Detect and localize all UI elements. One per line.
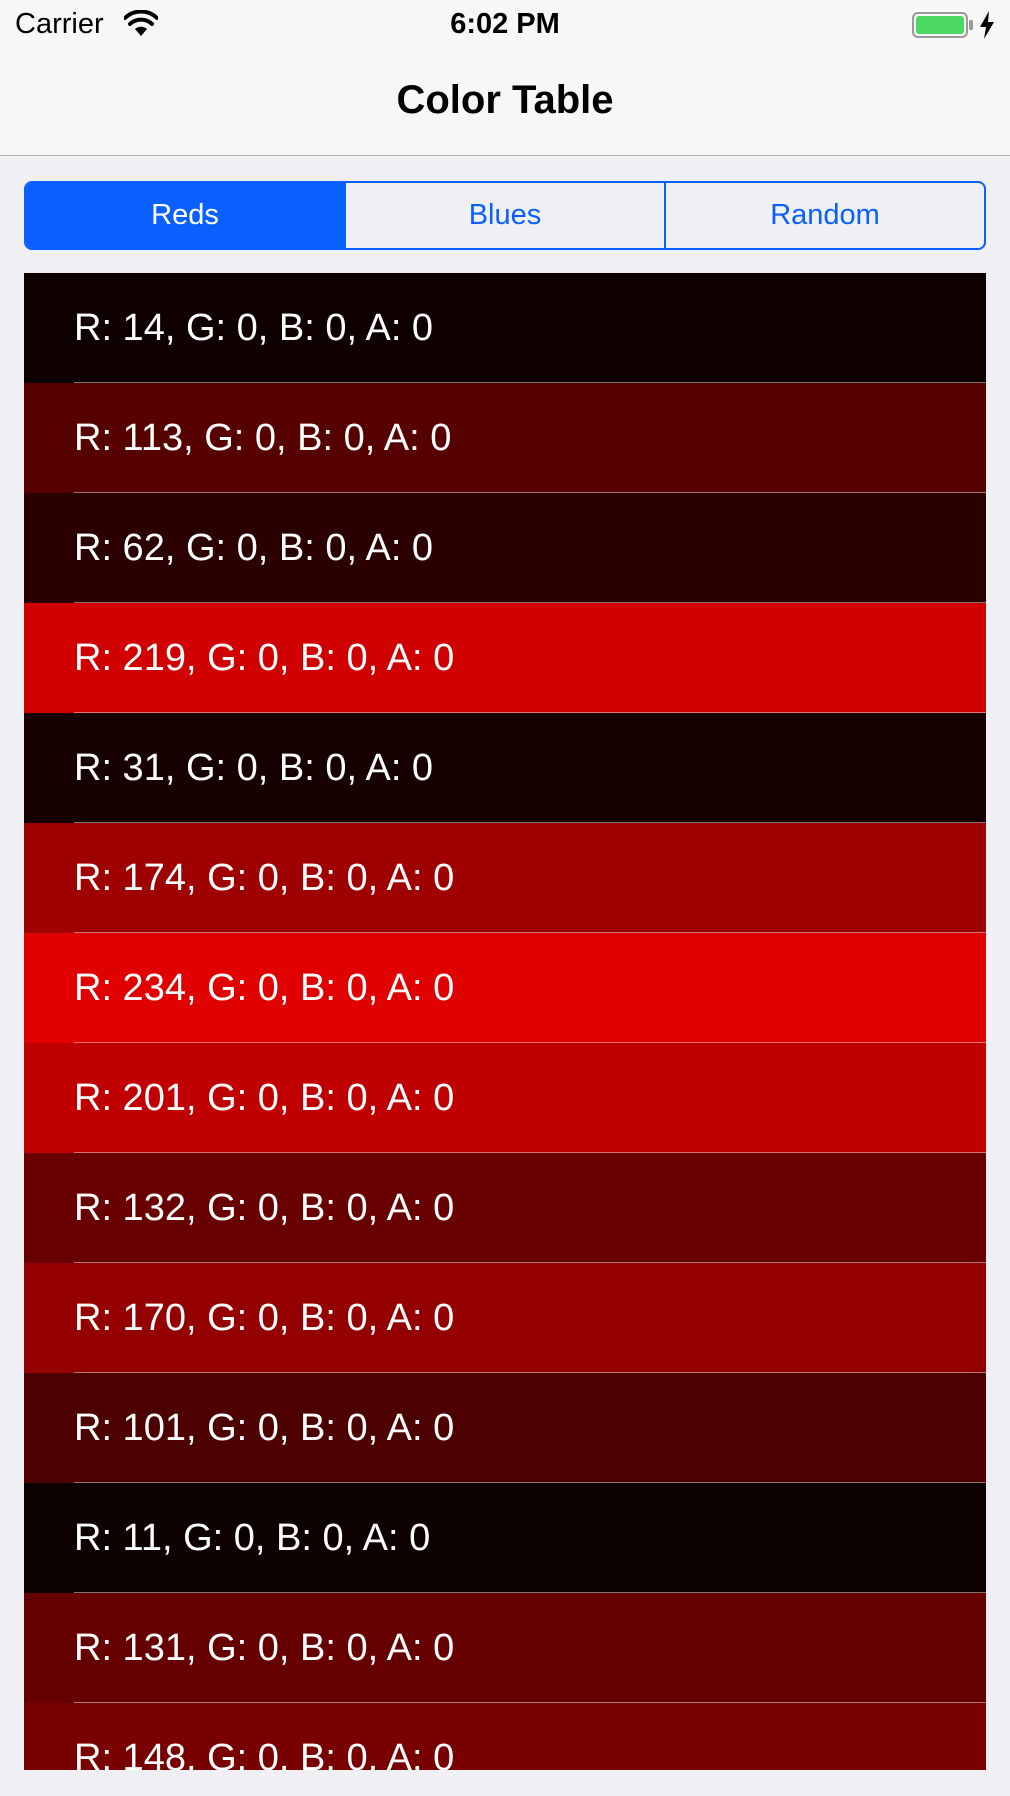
battery-icon	[912, 12, 973, 38]
table-row[interactable]: R: 170, G: 0, B: 0, A: 0	[24, 1263, 986, 1373]
table-row[interactable]: R: 148, G: 0, B: 0, A: 0	[24, 1703, 986, 1770]
segment-random[interactable]: Random	[664, 183, 984, 248]
row-label: R: 219, G: 0, B: 0, A: 0	[74, 637, 455, 679]
row-label: R: 62, G: 0, B: 0, A: 0	[74, 527, 434, 569]
table-row[interactable]: R: 219, G: 0, B: 0, A: 0	[24, 603, 986, 713]
row-label: R: 148, G: 0, B: 0, A: 0	[74, 1737, 455, 1770]
row-label: R: 132, G: 0, B: 0, A: 0	[74, 1187, 455, 1229]
color-filter-segmented-control: Reds Blues Random	[24, 181, 986, 250]
charging-bolt-icon	[980, 11, 994, 39]
table-row[interactable]: R: 113, G: 0, B: 0, A: 0	[24, 383, 986, 493]
table-row[interactable]: R: 174, G: 0, B: 0, A: 0	[24, 823, 986, 933]
navigation-bar: Color Table	[0, 52, 1010, 156]
row-label: R: 131, G: 0, B: 0, A: 0	[74, 1627, 455, 1669]
table-row[interactable]: R: 31, G: 0, B: 0, A: 0	[24, 713, 986, 823]
row-label: R: 101, G: 0, B: 0, A: 0	[74, 1407, 455, 1449]
row-label: R: 174, G: 0, B: 0, A: 0	[74, 857, 455, 899]
segment-reds[interactable]: Reds	[26, 183, 344, 248]
table-row[interactable]: R: 132, G: 0, B: 0, A: 0	[24, 1153, 986, 1263]
row-label: R: 11, G: 0, B: 0, A: 0	[74, 1517, 431, 1559]
page-title: Color Table	[396, 78, 614, 122]
table-row[interactable]: R: 131, G: 0, B: 0, A: 0	[24, 1593, 986, 1703]
row-label: R: 113, G: 0, B: 0, A: 0	[74, 417, 452, 459]
row-label: R: 234, G: 0, B: 0, A: 0	[74, 967, 455, 1009]
status-bar: Carrier 6:02 PM	[0, 0, 1010, 52]
row-label: R: 31, G: 0, B: 0, A: 0	[74, 747, 434, 789]
table-row[interactable]: R: 62, G: 0, B: 0, A: 0	[24, 493, 986, 603]
segment-blues[interactable]: Blues	[344, 183, 664, 248]
color-table[interactable]: R: 14, G: 0, B: 0, A: 0 R: 113, G: 0, B:…	[24, 273, 986, 1770]
row-label: R: 170, G: 0, B: 0, A: 0	[74, 1297, 455, 1339]
table-row[interactable]: R: 11, G: 0, B: 0, A: 0	[24, 1483, 986, 1593]
status-time: 6:02 PM	[450, 8, 560, 40]
table-row[interactable]: R: 201, G: 0, B: 0, A: 0	[24, 1043, 986, 1153]
table-row[interactable]: R: 101, G: 0, B: 0, A: 0	[24, 1373, 986, 1483]
row-label: R: 201, G: 0, B: 0, A: 0	[74, 1077, 455, 1119]
row-label: R: 14, G: 0, B: 0, A: 0	[74, 307, 434, 349]
table-row[interactable]: R: 14, G: 0, B: 0, A: 0	[24, 273, 986, 383]
table-row[interactable]: R: 234, G: 0, B: 0, A: 0	[24, 933, 986, 1043]
screen: Carrier 6:02 PM Color Table Reds Blues R…	[0, 0, 1010, 1796]
